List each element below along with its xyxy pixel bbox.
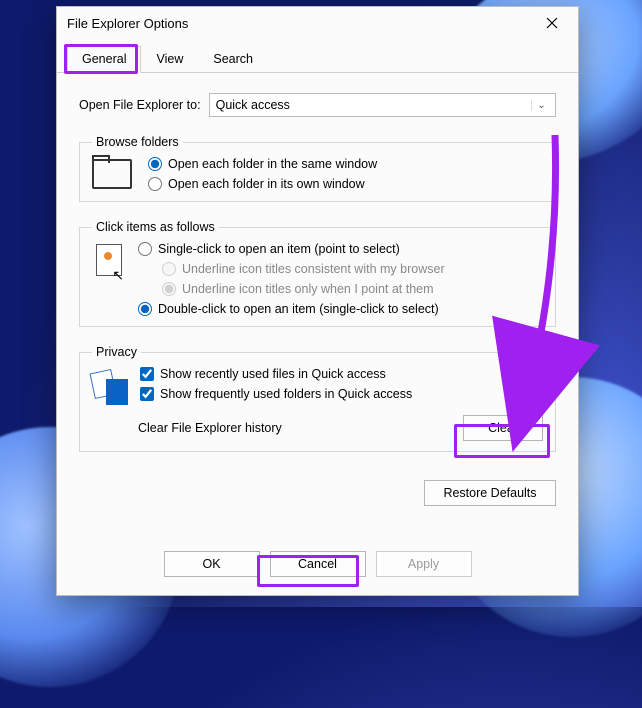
check-recent-files[interactable]: Show recently used files in Quick access	[140, 367, 543, 381]
open-explorer-combo[interactable]: Quick access ⌄	[209, 93, 556, 117]
privacy-icon	[92, 369, 128, 405]
close-icon[interactable]	[534, 9, 570, 37]
dialog-window: File Explorer Options General View Searc…	[56, 6, 579, 596]
radio-same-window[interactable]: Open each folder in the same window	[148, 157, 377, 171]
apply-button[interactable]: Apply	[376, 551, 472, 577]
radio-underline-browser: Underline icon titles consistent with my…	[162, 262, 543, 276]
tab-view[interactable]: View	[141, 46, 198, 73]
dialog-footer: OK Cancel Apply	[57, 541, 578, 591]
restore-defaults-button[interactable]: Restore Defaults	[424, 480, 556, 506]
check-frequent-folders-label: Show frequently used folders in Quick ac…	[160, 387, 412, 401]
tab-strip: General View Search	[57, 39, 578, 73]
radio-single-click[interactable]: Single-click to open an item (point to s…	[138, 242, 543, 256]
click-items-legend: Click items as follows	[92, 220, 219, 234]
open-explorer-row: Open File Explorer to: Quick access ⌄	[79, 93, 556, 117]
open-explorer-value: Quick access	[216, 98, 290, 112]
radio-own-window-label: Open each folder in its own window	[168, 177, 365, 191]
dialog-content: Open File Explorer to: Quick access ⌄ Br…	[57, 73, 578, 480]
tab-search[interactable]: Search	[198, 46, 268, 73]
open-explorer-label: Open File Explorer to:	[79, 98, 201, 112]
privacy-group: Privacy Show recently used files in Quic…	[79, 345, 556, 452]
clear-history-label: Clear File Explorer history	[138, 421, 282, 435]
click-icon: ↖	[92, 244, 126, 284]
radio-single-click-label: Single-click to open an item (point to s…	[158, 242, 400, 256]
click-items-group: Click items as follows ↖ Single-click to…	[79, 220, 556, 327]
tab-general[interactable]: General	[67, 46, 141, 73]
check-frequent-folders[interactable]: Show frequently used folders in Quick ac…	[140, 387, 543, 401]
titlebar: File Explorer Options	[57, 7, 578, 39]
ok-button[interactable]: OK	[164, 551, 260, 577]
radio-underline-point-label: Underline icon titles only when I point …	[182, 282, 434, 296]
browse-folders-legend: Browse folders	[92, 135, 183, 149]
radio-own-window[interactable]: Open each folder in its own window	[148, 177, 377, 191]
radio-same-window-label: Open each folder in the same window	[168, 157, 377, 171]
chevron-down-icon: ⌄	[531, 100, 551, 111]
radio-double-click[interactable]: Double-click to open an item (single-cli…	[138, 302, 543, 316]
cancel-button[interactable]: Cancel	[270, 551, 366, 577]
radio-underline-browser-label: Underline icon titles consistent with my…	[182, 262, 445, 276]
window-title: File Explorer Options	[67, 16, 534, 31]
privacy-legend: Privacy	[92, 345, 141, 359]
radio-underline-point: Underline icon titles only when I point …	[162, 282, 543, 296]
radio-double-click-label: Double-click to open an item (single-cli…	[158, 302, 439, 316]
browse-folders-group: Browse folders Open each folder in the s…	[79, 135, 556, 202]
check-recent-files-label: Show recently used files in Quick access	[160, 367, 386, 381]
folder-icon	[92, 159, 132, 189]
clear-button[interactable]: Clear	[463, 415, 543, 441]
